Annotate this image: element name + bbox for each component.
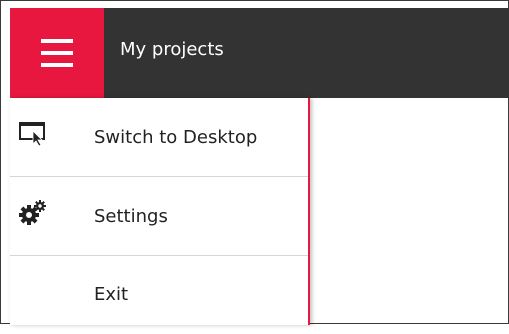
menu-item-label: Switch to Desktop [94, 127, 258, 148]
menu-item-exit[interactable]: Exit [10, 256, 308, 334]
app-window: My projects Switch to Desktop Settings E… [0, 0, 509, 325]
title-bar: My projects [10, 8, 509, 98]
menu-item-label: Settings [94, 206, 168, 227]
hamburger-menu-icon [41, 39, 73, 43]
hamburger-menu-button[interactable] [10, 8, 104, 98]
settings-gears-icon [18, 199, 48, 229]
dropdown-menu: Switch to Desktop Settings Exit [10, 98, 310, 325]
hamburger-menu-icon-line [41, 63, 73, 67]
menu-item-switch-to-desktop[interactable]: Switch to Desktop [10, 98, 308, 176]
page-title: My projects [120, 39, 224, 60]
hamburger-menu-icon-line [41, 51, 73, 55]
menu-item-label: Exit [94, 284, 129, 305]
switch-to-desktop-icon [18, 120, 48, 150]
menu-item-settings[interactable]: Settings [10, 177, 308, 255]
